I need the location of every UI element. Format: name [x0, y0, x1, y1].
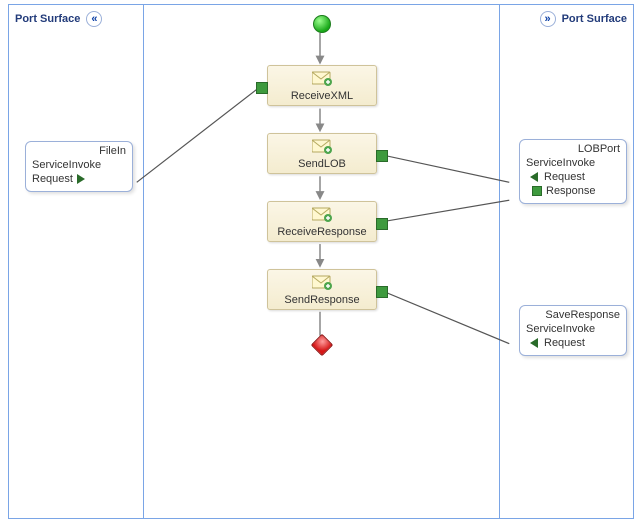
send-icon [312, 138, 332, 157]
port-file-in[interactable]: FileIn ServiceInvoke Request [25, 141, 133, 192]
port-save-response-name: SaveResponse [526, 309, 622, 321]
shape-send-response-label: SendResponse [268, 294, 376, 306]
left-port-surface-header: Port Surface « [15, 11, 102, 27]
shape-receive-response-label: ReceiveResponse [268, 226, 376, 238]
start-node[interactable] [313, 15, 331, 33]
right-divider [499, 5, 500, 518]
right-port-surface-header: Port Surface » [540, 11, 627, 27]
collapse-left-icon[interactable]: « [86, 11, 102, 27]
send-icon [312, 274, 332, 293]
shape-receive-response[interactable]: ReceiveResponse [267, 201, 377, 242]
port-file-in-request-label: Request [32, 173, 73, 185]
port-save-response-op: ServiceInvoke [526, 323, 622, 335]
left-port-surface-label: Port Surface [15, 13, 80, 25]
port-file-in-name: FileIn [32, 145, 128, 157]
receive-icon [312, 206, 332, 225]
port-file-in-op: ServiceInvoke [32, 159, 128, 171]
shape-send-response[interactable]: SendResponse [267, 269, 377, 310]
port-lob-request-row[interactable]: Request [526, 171, 622, 183]
shape-send-lob-label: SendLOB [268, 158, 376, 170]
port-lob-response-label: Response [546, 185, 596, 197]
port-save-response[interactable]: SaveResponse ServiceInvoke Request [519, 305, 627, 356]
right-port-surface-label: Port Surface [562, 13, 627, 25]
shape-send-lob[interactable]: SendLOB [267, 133, 377, 174]
stub-send-lob-right[interactable] [376, 150, 388, 162]
port-endpoint-icon [532, 186, 542, 196]
orchestration-canvas: Port Surface « Port Surface » [8, 4, 634, 519]
end-node[interactable] [311, 334, 334, 357]
stub-receive-xml-left[interactable] [256, 82, 268, 94]
port-lob-request-label: Request [544, 171, 585, 183]
left-divider [143, 5, 144, 518]
port-file-in-request-row[interactable]: Request [32, 173, 128, 185]
port-save-response-request-row[interactable]: Request [526, 337, 622, 349]
stub-send-response-right[interactable] [376, 286, 388, 298]
stub-receive-response-right[interactable] [376, 218, 388, 230]
port-endpoint-icon [77, 174, 85, 184]
port-endpoint-icon [530, 172, 538, 182]
port-endpoint-icon [530, 338, 538, 348]
shape-receive-xml-label: ReceiveXML [268, 90, 376, 102]
port-lob[interactable]: LOBPort ServiceInvoke Request Response [519, 139, 627, 204]
receive-icon [312, 70, 332, 89]
port-lob-op: ServiceInvoke [526, 157, 622, 169]
port-save-response-request-label: Request [544, 337, 585, 349]
port-lob-name: LOBPort [526, 143, 622, 155]
collapse-right-icon[interactable]: » [540, 11, 556, 27]
shape-receive-xml[interactable]: ReceiveXML [267, 65, 377, 106]
port-lob-response-row[interactable]: Response [526, 185, 622, 197]
